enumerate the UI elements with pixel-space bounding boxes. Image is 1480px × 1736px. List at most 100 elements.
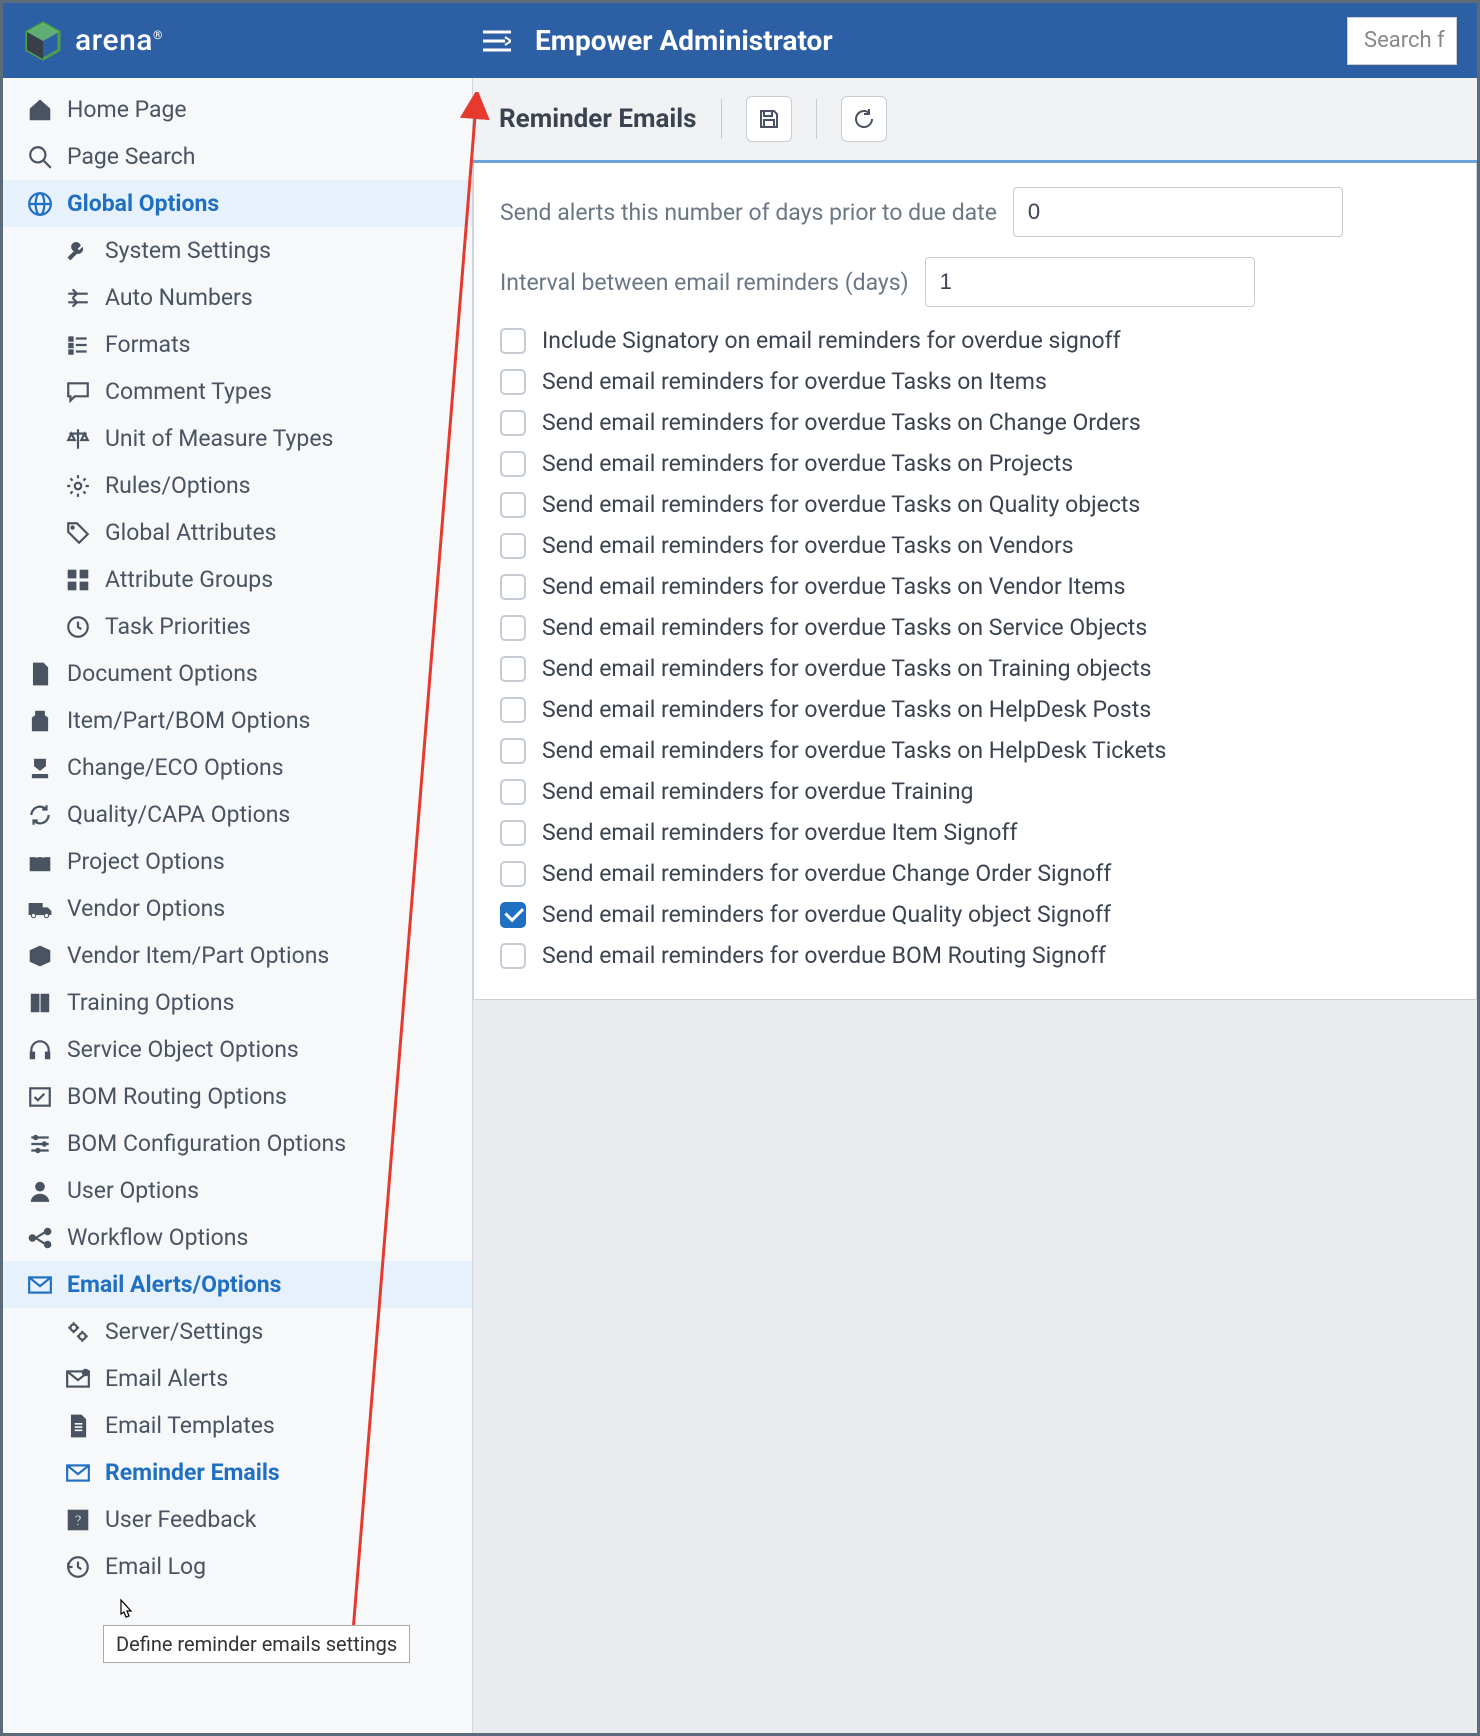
checkbox[interactable] <box>500 492 526 518</box>
checkbox[interactable] <box>500 410 526 436</box>
nav-section[interactable]: Service Object Options <box>3 1026 472 1073</box>
nav-section[interactable]: Project Options <box>3 838 472 885</box>
envelope-icon <box>27 1272 53 1298</box>
alert-icon <box>65 1366 91 1392</box>
checkbox[interactable] <box>500 533 526 559</box>
checkbox-row: Send email reminders for overdue Tasks o… <box>500 655 1450 682</box>
nav-section[interactable]: Vendor Options <box>3 885 472 932</box>
checkbox[interactable] <box>500 328 526 354</box>
refresh-button[interactable] <box>841 96 887 142</box>
checkbox-label: Send email reminders for overdue Tasks o… <box>542 696 1151 723</box>
nav-section[interactable]: Vendor Item/Part Options <box>3 932 472 979</box>
save-button[interactable] <box>746 96 792 142</box>
checkbox-row: Send email reminders for overdue Tasks o… <box>500 491 1450 518</box>
divider <box>816 99 817 139</box>
history-icon <box>65 1554 91 1580</box>
nav-email-alerts-options[interactable]: Email Alerts/Options <box>3 1261 472 1308</box>
nav-sub-item[interactable]: Auto Numbers <box>3 274 472 321</box>
checkbox-label: Include Signatory on email reminders for… <box>542 327 1121 354</box>
checkbox[interactable] <box>500 902 526 928</box>
checkbox-row: Send email reminders for overdue Quality… <box>500 901 1450 928</box>
scales-icon <box>65 426 91 452</box>
nav-label: Server/Settings <box>105 1318 263 1345</box>
nav-label: BOM Routing Options <box>67 1083 287 1110</box>
nav-sub-item[interactable]: Formats <box>3 321 472 368</box>
checkbox[interactable] <box>500 369 526 395</box>
checkbox[interactable] <box>500 697 526 723</box>
brand-name: arena® <box>75 23 163 58</box>
nav-section[interactable]: User Options <box>3 1167 472 1214</box>
checkbox-label: Send email reminders for overdue Trainin… <box>542 778 973 805</box>
checkbox[interactable] <box>500 738 526 764</box>
checkbox[interactable] <box>500 779 526 805</box>
globe-icon <box>27 191 53 217</box>
checkbox[interactable] <box>500 574 526 600</box>
nav-label: Email Templates <box>105 1412 275 1439</box>
nav-sub-item[interactable]: Attribute Groups <box>3 556 472 603</box>
sliders-icon <box>27 1131 53 1157</box>
checkbox-row: Send email reminders for overdue Tasks o… <box>500 573 1450 600</box>
envelope-icon <box>65 1460 91 1486</box>
home-icon <box>27 97 53 123</box>
checkbox[interactable] <box>500 820 526 846</box>
page-icon <box>65 1413 91 1439</box>
nav-sub-item[interactable]: Reminder Emails <box>3 1449 472 1496</box>
checkbox[interactable] <box>500 943 526 969</box>
nav-sub-item[interactable]: Email Alerts <box>3 1355 472 1402</box>
nav-label: Email Log <box>105 1553 206 1580</box>
nav-section[interactable]: Change/ECO Options <box>3 744 472 791</box>
nav-sub-item[interactable]: Rules/Options <box>3 462 472 509</box>
nav-sub-item[interactable]: Server/Settings <box>3 1308 472 1355</box>
nav-section[interactable]: BOM Configuration Options <box>3 1120 472 1167</box>
checkbox-row: Send email reminders for overdue Tasks o… <box>500 409 1450 436</box>
divider <box>721 99 722 139</box>
nav-section[interactable]: Workflow Options <box>3 1214 472 1261</box>
checkbox-label: Send email reminders for overdue Tasks o… <box>542 409 1141 436</box>
nav-label: Item/Part/BOM Options <box>67 707 310 734</box>
nav-page-search[interactable]: Page Search <box>3 133 472 180</box>
nav-sub-item[interactable]: Global Attributes <box>3 509 472 556</box>
item-icon <box>27 708 53 734</box>
checkbox-row: Send email reminders for overdue Tasks o… <box>500 532 1450 559</box>
change-icon <box>27 755 53 781</box>
content-area: Reminder Emails Send alerts this number … <box>473 78 1477 1733</box>
nav-sub-item[interactable]: System Settings <box>3 227 472 274</box>
checkbox-label: Send email reminders for overdue Change … <box>542 860 1111 887</box>
checkbox-row: Send email reminders for overdue BOM Rou… <box>500 942 1450 969</box>
menu-toggle-icon[interactable] <box>483 30 511 52</box>
nav-sub-item[interactable]: Email Templates <box>3 1402 472 1449</box>
checkbox-row: Send email reminders for overdue Item Si… <box>500 819 1450 846</box>
nav-label: Global Attributes <box>105 519 277 546</box>
svg-text:?: ? <box>74 1511 82 1529</box>
nav-section[interactable]: Item/Part/BOM Options <box>3 697 472 744</box>
content-title: Reminder Emails <box>499 104 697 134</box>
nav-sub-item[interactable]: ? User Feedback <box>3 1496 472 1543</box>
nav-section[interactable]: Document Options <box>3 650 472 697</box>
nav-label: Vendor Item/Part Options <box>67 942 329 969</box>
days-prior-input[interactable] <box>1013 187 1343 237</box>
checkbox[interactable] <box>500 656 526 682</box>
checkbox-row: Send email reminders for overdue Tasks o… <box>500 450 1450 477</box>
nav-label: Page Search <box>67 143 195 170</box>
nav-sub-item[interactable]: Comment Types <box>3 368 472 415</box>
nav-section[interactable]: BOM Routing Options <box>3 1073 472 1120</box>
nav-global-options[interactable]: Global Options <box>3 180 472 227</box>
nav-sub-item[interactable]: Unit of Measure Types <box>3 415 472 462</box>
checkbox[interactable] <box>500 861 526 887</box>
nav-section[interactable]: Quality/CAPA Options <box>3 791 472 838</box>
checkbox-row: Send email reminders for overdue Change … <box>500 860 1450 887</box>
nav-section[interactable]: Training Options <box>3 979 472 1026</box>
checkbox-row: Send email reminders for overdue Tasks o… <box>500 737 1450 764</box>
interval-label: Interval between email reminders (days) <box>500 269 909 296</box>
checkbox[interactable] <box>500 615 526 641</box>
nav-sub-item[interactable]: Task Priorities <box>3 603 472 650</box>
nav-label: Rules/Options <box>105 472 251 499</box>
interval-input[interactable] <box>925 257 1255 307</box>
nav-home[interactable]: Home Page <box>3 86 472 133</box>
checkbox[interactable] <box>500 451 526 477</box>
nav-label: Comment Types <box>105 378 272 405</box>
nav-label: User Options <box>67 1177 199 1204</box>
nav-sub-item[interactable]: Email Log <box>3 1543 472 1590</box>
nav-label: System Settings <box>105 237 271 264</box>
search-input[interactable]: Search f <box>1347 17 1457 65</box>
